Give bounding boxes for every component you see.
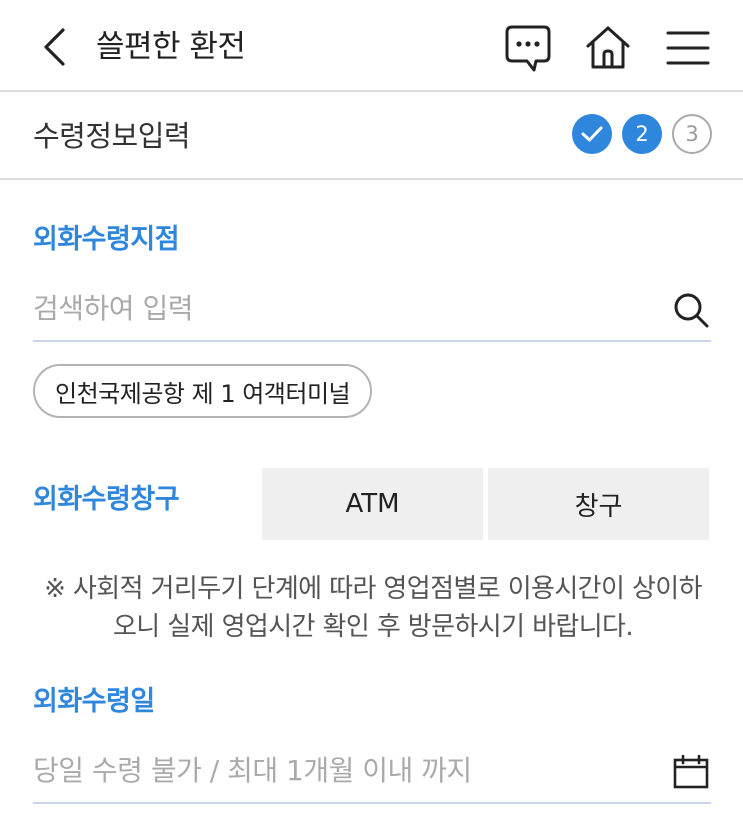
chat-button[interactable] (503, 22, 553, 74)
date-label: 외화수령일 (33, 686, 155, 717)
counter-option-atm[interactable]: ATM (262, 468, 483, 540)
menu-button[interactable] (663, 22, 713, 74)
back-button[interactable] (34, 24, 74, 70)
step-title: 수령정보입력 (33, 119, 191, 153)
step-bar: 수령정보입력 2 3 (0, 92, 743, 180)
check-icon (581, 126, 603, 142)
step-indicator: 2 3 (572, 114, 712, 154)
branch-search-input[interactable] (33, 286, 653, 330)
counter-option-window[interactable]: 창구 (488, 468, 709, 540)
search-icon (674, 293, 709, 328)
step-3-pending: 3 (672, 114, 712, 154)
selected-branch-chip[interactable]: 인천국제공항 제 1 여객터미널 (33, 364, 373, 418)
date-picker-button[interactable] (671, 752, 711, 792)
app-header: 쓸편한 환전 (0, 0, 743, 92)
page-title: 쓸편한 환전 (96, 29, 246, 65)
chat-icon (505, 25, 551, 72)
step-2-active: 2 (622, 114, 662, 154)
counter-label: 외화수령창구 (33, 484, 180, 515)
branch-label: 외화수령지점 (33, 224, 180, 255)
branch-search-button[interactable] (671, 290, 711, 330)
hamburger-menu-icon (666, 31, 710, 65)
date-field (33, 738, 711, 804)
home-icon (586, 26, 630, 69)
home-button[interactable] (583, 22, 633, 74)
calendar-icon (673, 754, 709, 789)
notice-text: ※ 사회적 거리두기 단계에 따라 영업점별로 이용시간이 상이하오니 실제 영… (44, 574, 702, 642)
chevron-left-icon (44, 28, 65, 66)
branch-search-field (33, 276, 711, 342)
step-1-done (572, 114, 612, 154)
date-input[interactable] (33, 748, 653, 792)
